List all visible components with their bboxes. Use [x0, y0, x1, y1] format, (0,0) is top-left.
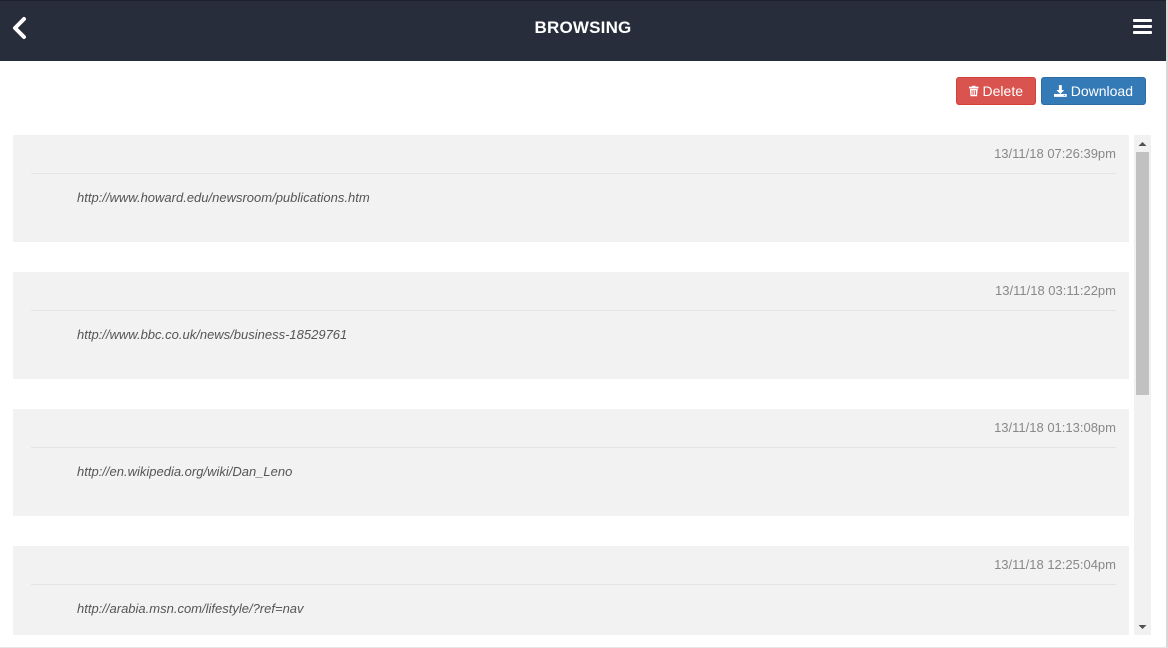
history-entry: 13/11/18 03:11:22pm http://www.bbc.co.uk…	[13, 272, 1129, 379]
entry-timestamp: 13/11/18 12:25:04pm	[994, 557, 1116, 572]
app-window: BROWSING Delete Download 13/11/18 07:26:…	[0, 0, 1168, 648]
entry-divider	[31, 584, 1116, 585]
entry-url[interactable]: http://www.bbc.co.uk/news/business-18529…	[77, 327, 347, 342]
download-button[interactable]: Download	[1041, 77, 1146, 105]
scrollbar-thumb[interactable]	[1136, 152, 1149, 395]
entry-url[interactable]: http://www.howard.edu/newsroom/publicati…	[77, 190, 370, 205]
history-list[interactable]: 13/11/18 07:26:39pm http://www.howard.ed…	[13, 135, 1129, 635]
entry-timestamp: 13/11/18 03:11:22pm	[995, 283, 1116, 298]
entry-url[interactable]: http://en.wikipedia.org/wiki/Dan_Leno	[77, 464, 292, 479]
entry-divider	[31, 447, 1116, 448]
delete-button[interactable]: Delete	[956, 77, 1036, 105]
page-title: BROWSING	[534, 18, 632, 37]
action-toolbar: Delete Download	[956, 77, 1146, 105]
scroll-up-arrow-icon[interactable]	[1134, 135, 1151, 152]
entry-timestamp: 13/11/18 07:26:39pm	[994, 146, 1116, 161]
download-icon	[1054, 85, 1067, 97]
entry-divider	[31, 310, 1116, 311]
entry-timestamp: 13/11/18 01:13:08pm	[994, 420, 1116, 435]
history-entry: 13/11/18 01:13:08pm http://en.wikipedia.…	[13, 409, 1129, 516]
hamburger-menu-icon[interactable]	[1133, 18, 1153, 36]
entry-url[interactable]: http://arabia.msn.com/lifestyle/?ref=nav	[77, 601, 304, 616]
entry-divider	[31, 173, 1116, 174]
scroll-down-arrow-icon[interactable]	[1134, 618, 1151, 635]
delete-button-label: Delete	[982, 83, 1023, 99]
history-entry: 13/11/18 07:26:39pm http://www.howard.ed…	[13, 135, 1129, 242]
top-bar: BROWSING	[0, 0, 1166, 61]
vertical-scrollbar[interactable]	[1134, 135, 1151, 635]
history-entry: 13/11/18 12:25:04pm http://arabia.msn.co…	[13, 546, 1129, 635]
download-button-label: Download	[1070, 83, 1133, 99]
trash-icon	[969, 85, 979, 97]
